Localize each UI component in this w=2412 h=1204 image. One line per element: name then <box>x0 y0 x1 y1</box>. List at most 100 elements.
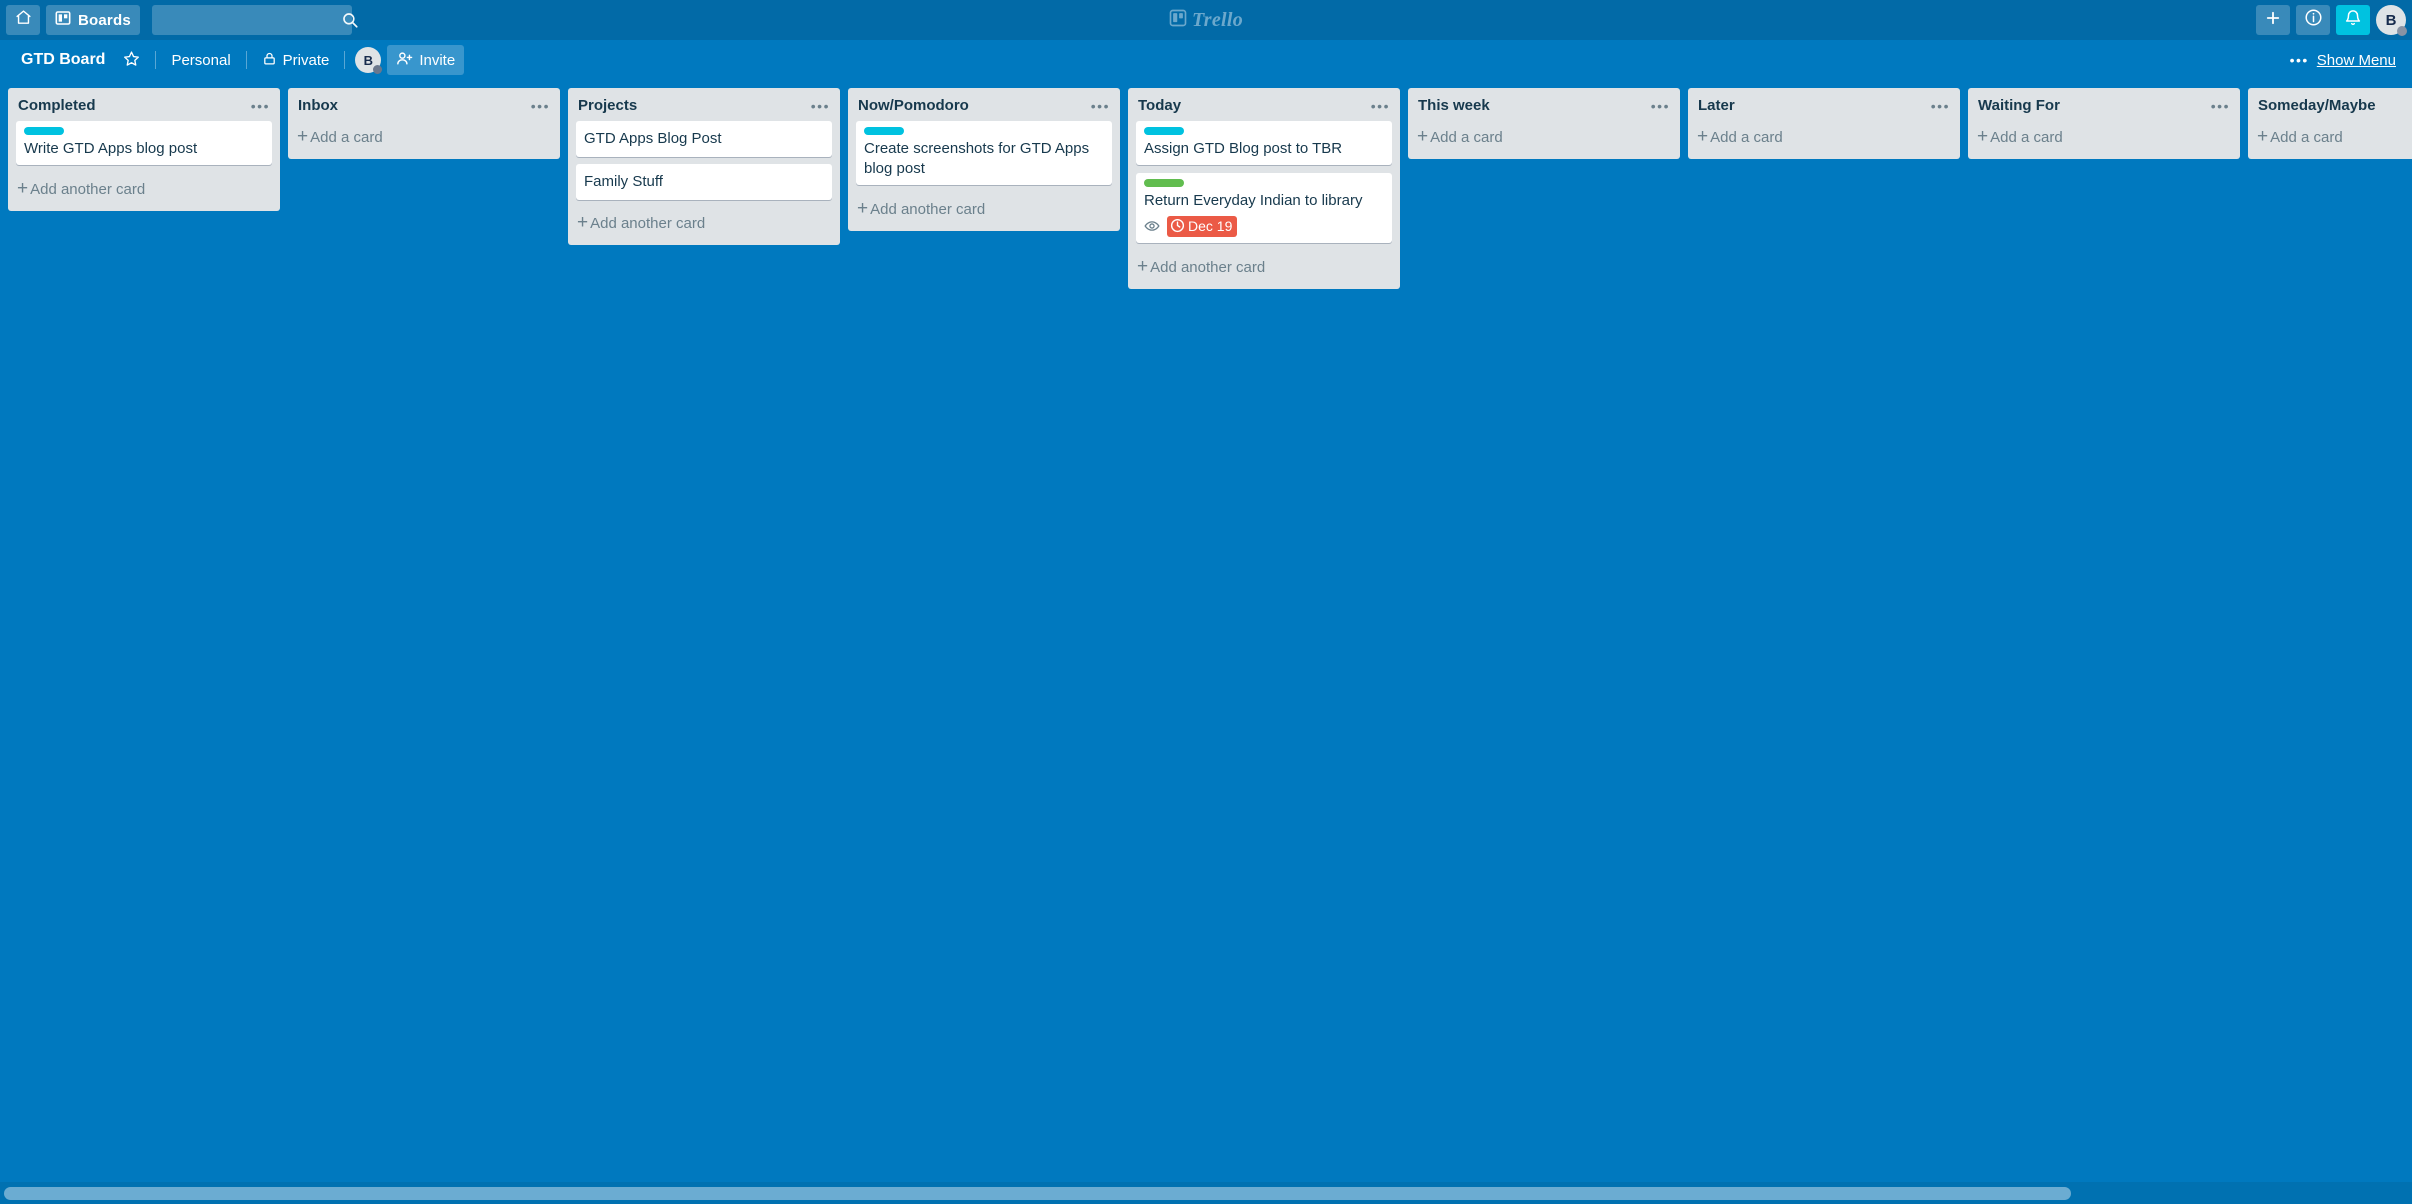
add-card-button[interactable]: +Add a card <box>1688 121 1960 157</box>
list-menu-icon[interactable]: ••• <box>525 97 552 115</box>
home-icon <box>15 9 32 31</box>
trello-logo-text: Trello <box>1192 9 1243 32</box>
add-card-label: Add another card <box>590 216 705 231</box>
list-title[interactable]: This week <box>1418 97 1645 115</box>
board-canvas: Completed•••Write GTD Apps blog post+Add… <box>0 80 2412 1204</box>
card[interactable]: Assign GTD Blog post to TBR <box>1136 121 1392 165</box>
trello-logo: Trello <box>0 0 2412 40</box>
board-member-avatar[interactable]: B <box>355 47 381 73</box>
board-menu-dots-icon[interactable]: ••• <box>2290 53 2309 67</box>
add-card-button[interactable]: +Add another card <box>848 193 1120 229</box>
card-list: Create screenshots for GTD Apps blog pos… <box>848 121 1120 185</box>
add-card-button[interactable]: +Add another card <box>1128 251 1400 287</box>
board-header: GTD Board Personal Private B <box>0 40 2412 80</box>
plus-icon: + <box>1137 257 1148 276</box>
list-title[interactable]: Someday/Maybe <box>2258 97 2412 115</box>
card[interactable]: Create screenshots for GTD Apps blog pos… <box>856 121 1112 185</box>
list-title[interactable]: Projects <box>578 97 805 115</box>
board-title[interactable]: GTD Board <box>12 47 114 73</box>
boards-icon <box>55 10 71 31</box>
notifications-button[interactable] <box>2336 5 2370 35</box>
card-label[interactable] <box>864 127 904 135</box>
list-menu-icon[interactable]: ••• <box>1925 97 1952 115</box>
horizontal-scrollbar[interactable] <box>0 1182 2412 1204</box>
invite-button[interactable]: Invite <box>387 45 464 75</box>
list: Waiting For••• +Add a card <box>1968 88 2240 159</box>
watch-badge <box>1144 218 1160 234</box>
divider <box>246 51 247 69</box>
add-member-icon <box>396 50 413 70</box>
list-menu-icon[interactable]: ••• <box>1085 97 1112 115</box>
list-header: Inbox••• <box>288 88 560 121</box>
list-menu-icon[interactable]: ••• <box>2205 97 2232 115</box>
add-card-button[interactable]: +Add a card <box>288 121 560 157</box>
add-card-button[interactable]: +Add another card <box>568 207 840 243</box>
add-button[interactable] <box>2256 5 2290 35</box>
list-menu-icon[interactable]: ••• <box>805 97 832 115</box>
card-labels <box>24 127 264 135</box>
card[interactable]: Family Stuff <box>576 164 832 200</box>
list: This week••• +Add a card <box>1408 88 1680 159</box>
boards-button[interactable]: Boards <box>46 5 140 35</box>
list-menu-icon[interactable]: ••• <box>245 97 272 115</box>
list: Someday/Maybe•••+Add a card <box>2248 88 2412 159</box>
list-title[interactable]: Completed <box>18 97 245 115</box>
card-label[interactable] <box>24 127 64 135</box>
team-name[interactable]: Personal <box>162 48 239 73</box>
list-menu-icon[interactable]: ••• <box>1645 97 1672 115</box>
add-card-label: Add a card <box>1990 130 2063 145</box>
plus-icon: + <box>1697 127 1708 146</box>
due-date-text: Dec 19 <box>1188 219 1232 233</box>
invite-label: Invite <box>419 53 455 68</box>
list: Projects••• GTD Apps Blog Post Family Stuf… <box>568 88 840 245</box>
home-button[interactable] <box>6 5 40 35</box>
info-button[interactable] <box>2296 5 2330 35</box>
plus-icon: + <box>857 199 868 218</box>
card[interactable]: Return Everyday Indian to library Dec 19 <box>1136 173 1392 243</box>
list-title[interactable]: Waiting For <box>1978 97 2205 115</box>
card-title: Return Everyday Indian to library <box>1144 191 1384 211</box>
avatar-presence-badge <box>2397 26 2407 36</box>
add-card-button[interactable]: +Add a card <box>2248 121 2412 157</box>
list-header: Later••• <box>1688 88 1960 121</box>
plus-icon: + <box>1417 127 1428 146</box>
member-presence-badge <box>373 65 382 74</box>
board-member-initials: B <box>364 53 373 68</box>
card-labels <box>1144 179 1384 187</box>
header-avatar[interactable]: B <box>2376 5 2406 35</box>
add-card-label: Add another card <box>30 182 145 197</box>
plus-icon: + <box>17 179 28 198</box>
search-icon[interactable] <box>341 11 359 29</box>
list-header: Today••• <box>1128 88 1400 121</box>
horizontal-scrollbar-thumb[interactable] <box>4 1187 2071 1200</box>
list: Later•••+Add a card <box>1688 88 1960 159</box>
add-card-button[interactable]: +Add another card <box>8 173 280 209</box>
card-label[interactable] <box>1144 179 1184 187</box>
list-title[interactable]: Today <box>1138 97 1365 115</box>
card[interactable]: GTD Apps Blog Post <box>576 121 832 157</box>
search-box[interactable] <box>152 5 352 35</box>
due-date-badge[interactable]: Dec 19 <box>1167 216 1237 237</box>
top-header: Boards Trello <box>0 0 2412 40</box>
star-button[interactable] <box>114 45 149 75</box>
card-title: GTD Apps Blog Post <box>584 129 824 149</box>
card[interactable]: Write GTD Apps blog post <box>16 121 272 165</box>
list-menu-icon[interactable]: ••• <box>1365 97 1392 115</box>
add-card-button[interactable]: +Add a card <box>1408 121 1680 157</box>
add-card-label: Add a card <box>310 130 383 145</box>
list-title[interactable]: Inbox <box>298 97 525 115</box>
card-label[interactable] <box>1144 127 1184 135</box>
list-title[interactable]: Later <box>1698 97 1925 115</box>
search-input[interactable] <box>160 12 341 28</box>
add-card-label: Add a card <box>1430 130 1503 145</box>
info-icon <box>2304 8 2323 32</box>
list-title[interactable]: Now/Pomodoro <box>858 97 1085 115</box>
visibility-button[interactable]: Private <box>253 46 339 74</box>
show-menu-link[interactable]: Show Menu <box>2317 52 2396 69</box>
add-card-button[interactable]: +Add a card <box>1968 121 2240 157</box>
card-list: Assign GTD Blog post to TBR Return Everyd… <box>1128 121 1400 243</box>
card-list: Write GTD Apps blog post <box>8 121 280 165</box>
card-labels <box>864 127 1104 135</box>
card-labels <box>1144 127 1384 135</box>
add-card-label: Add another card <box>1150 260 1265 275</box>
